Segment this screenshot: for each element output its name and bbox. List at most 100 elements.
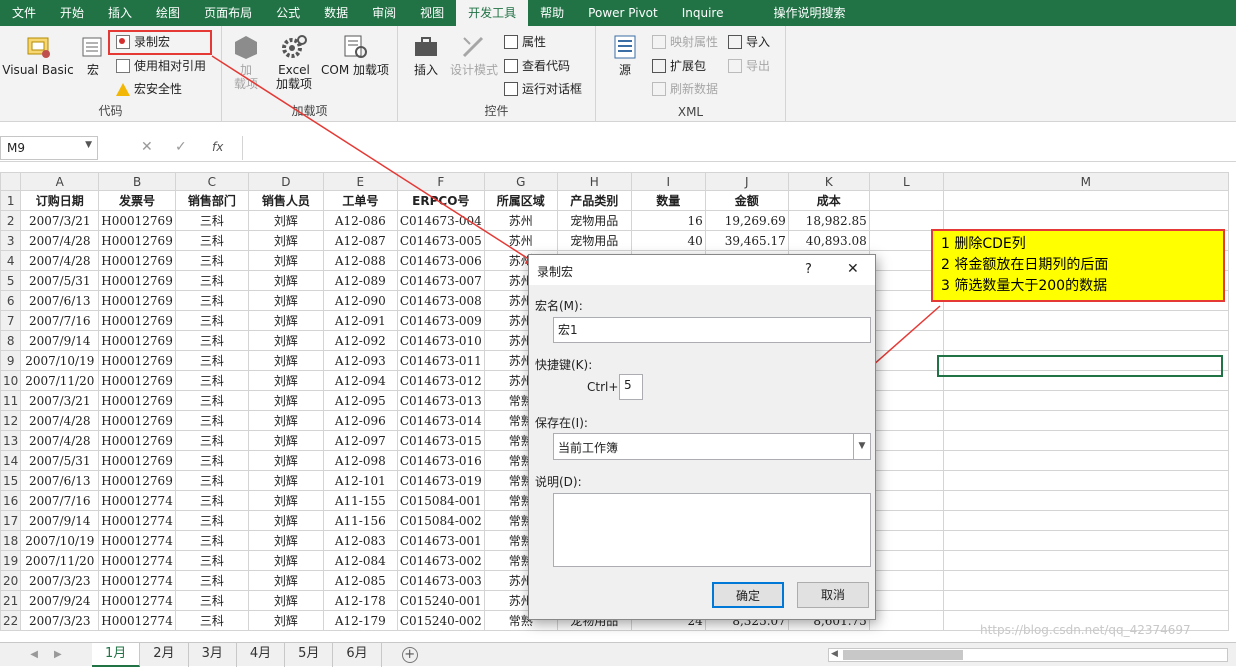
cell[interactable] — [942, 470, 1229, 491]
table-cell[interactable]: A12-094 — [322, 370, 398, 391]
table-cell[interactable]: A11-155 — [322, 490, 398, 511]
table-cell[interactable]: 刘辉 — [247, 210, 324, 231]
table-cell[interactable]: H00012769 — [98, 310, 176, 331]
table-cell[interactable]: 三科 — [174, 590, 249, 611]
table-cell[interactable]: 三科 — [174, 490, 249, 511]
table-cell[interactable]: 刘辉 — [247, 550, 324, 571]
table-cell[interactable]: 三科 — [174, 370, 249, 391]
row-header[interactable]: 5 — [0, 270, 22, 291]
table-cell[interactable]: 2007/4/28 — [20, 410, 100, 431]
column-header[interactable]: G — [483, 172, 558, 191]
table-cell[interactable]: 刘辉 — [247, 470, 324, 491]
ok-button[interactable]: 确定 — [712, 582, 784, 608]
row-header[interactable]: 18 — [0, 530, 22, 551]
chevron-down-icon[interactable]: ▼ — [853, 434, 870, 459]
cell[interactable] — [868, 510, 944, 531]
table-cell[interactable]: A12-084 — [322, 550, 398, 571]
table-cell[interactable]: 2007/4/28 — [20, 430, 100, 451]
row-header[interactable]: 16 — [0, 490, 22, 511]
cell[interactable] — [942, 590, 1229, 611]
table-cell[interactable]: A12-095 — [322, 390, 398, 411]
addins-button[interactable]: 加 载项 — [228, 34, 264, 91]
fx-icon[interactable]: fx — [212, 140, 223, 154]
column-header[interactable]: L — [868, 172, 944, 191]
design-mode-button[interactable]: 设计模式 — [448, 34, 500, 77]
table-cell[interactable]: 2007/5/31 — [20, 270, 100, 291]
table-cell[interactable]: 三科 — [174, 530, 249, 551]
table-cell[interactable]: 三科 — [174, 550, 249, 571]
table-cell[interactable]: 16 — [630, 210, 706, 231]
relative-reference-button[interactable]: 使用相对引用 — [116, 56, 206, 76]
cell[interactable] — [868, 490, 944, 511]
table-cell[interactable]: 刘辉 — [247, 270, 324, 291]
table-cell[interactable]: C014673-006 — [396, 250, 485, 271]
table-cell[interactable]: 40 — [630, 230, 706, 251]
table-cell[interactable]: 三科 — [174, 510, 249, 531]
table-cell[interactable]: H00012769 — [98, 270, 176, 291]
table-cell[interactable]: 三科 — [174, 570, 249, 591]
enter-icon[interactable]: ✓ — [175, 139, 187, 155]
table-cell[interactable]: 三科 — [174, 450, 249, 471]
column-header[interactable]: E — [322, 172, 398, 191]
row-header[interactable]: 7 — [0, 310, 22, 331]
tab-3[interactable]: 绘图 — [144, 0, 192, 26]
table-cell[interactable]: 2007/6/13 — [20, 290, 100, 311]
xml-source-button[interactable]: 源 — [608, 34, 642, 77]
table-cell[interactable]: C014673-015 — [396, 430, 485, 451]
table-cell[interactable]: C014673-009 — [396, 310, 485, 331]
nav-prev-icon[interactable]: ◀ — [30, 649, 38, 660]
table-cell[interactable]: 刘辉 — [247, 430, 324, 451]
table-cell[interactable]: 刘辉 — [247, 410, 324, 431]
table-cell[interactable]: 2007/7/16 — [20, 490, 100, 511]
table-cell[interactable]: 刘辉 — [247, 490, 324, 511]
table-cell[interactable]: A12-093 — [322, 350, 398, 371]
table-cell[interactable]: H00012769 — [98, 470, 176, 491]
excel-addins-button[interactable]: Excel 加载项 — [270, 34, 318, 91]
table-cell[interactable]: C014673-007 — [396, 270, 485, 291]
header-cell[interactable]: 成本 — [787, 190, 870, 211]
sheet-tab-5[interactable]: 5月 — [285, 642, 334, 667]
table-cell[interactable]: 2007/6/13 — [20, 470, 100, 491]
cell[interactable] — [868, 210, 944, 231]
cell[interactable] — [868, 610, 944, 631]
row-header[interactable]: 9 — [0, 350, 22, 371]
row-header[interactable]: 1 — [0, 190, 22, 211]
table-cell[interactable]: H00012769 — [98, 410, 176, 431]
cell[interactable] — [868, 370, 944, 391]
sheet-tab-6[interactable]: 6月 — [333, 642, 382, 667]
table-cell[interactable]: 三科 — [174, 250, 249, 271]
tab-4[interactable]: 页面布局 — [192, 0, 264, 26]
macro-name-input[interactable]: 宏1 — [553, 317, 871, 343]
tab-8[interactable]: 视图 — [408, 0, 456, 26]
table-cell[interactable]: 三科 — [174, 230, 249, 251]
row-header[interactable]: 21 — [0, 590, 22, 611]
table-cell[interactable]: 19,269.69 — [704, 210, 789, 231]
table-cell[interactable]: 2007/9/14 — [20, 330, 100, 351]
tab-7[interactable]: 审阅 — [360, 0, 408, 26]
tab-6[interactable]: 数据 — [312, 0, 360, 26]
row-header[interactable]: 8 — [0, 330, 22, 351]
column-header[interactable]: J — [704, 172, 789, 191]
column-header[interactable]: F — [396, 172, 485, 191]
cell[interactable] — [942, 430, 1229, 451]
table-cell[interactable]: 刘辉 — [247, 310, 324, 331]
nav-next-icon[interactable]: ▶ — [54, 649, 62, 660]
table-cell[interactable]: 三科 — [174, 390, 249, 411]
table-cell[interactable]: 苏州 — [483, 210, 558, 231]
select-all-corner[interactable] — [0, 172, 22, 191]
table-cell[interactable]: 刘辉 — [247, 350, 324, 371]
insert-control-button[interactable]: 插入 — [406, 34, 446, 77]
table-cell[interactable]: 2007/5/31 — [20, 450, 100, 471]
row-header[interactable]: 2 — [0, 210, 22, 231]
header-cell[interactable]: 产品类别 — [556, 190, 632, 211]
table-cell[interactable]: 2007/3/23 — [20, 610, 100, 631]
tab-11[interactable]: Power Pivot — [576, 0, 670, 26]
row-header[interactable]: 11 — [0, 390, 22, 411]
tab-13[interactable]: 操作说明搜索 — [736, 0, 858, 26]
table-cell[interactable]: 18,982.85 — [787, 210, 870, 231]
row-header[interactable]: 4 — [0, 250, 22, 271]
table-cell[interactable]: 三科 — [174, 310, 249, 331]
cell[interactable] — [868, 550, 944, 571]
table-cell[interactable]: 2007/11/20 — [20, 550, 100, 571]
tab-2[interactable]: 插入 — [96, 0, 144, 26]
